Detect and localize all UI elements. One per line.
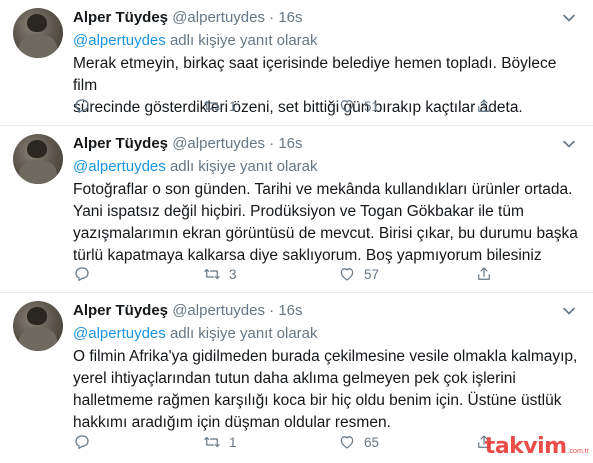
separator-dot: · (269, 302, 275, 319)
heart-icon (340, 268, 354, 281)
retweet-count: 3 (229, 266, 237, 282)
chevron-down-icon[interactable] (561, 10, 577, 26)
reply-context: @alpertuydes adlı kişiye yanıt olarak (73, 157, 579, 177)
like-count: 65 (364, 434, 380, 450)
share-icon (478, 267, 490, 280)
reply-icon (75, 435, 89, 449)
timestamp[interactable]: 16s (278, 135, 302, 152)
user-name[interactable]: Alper Tüydeş (73, 9, 168, 26)
watermark-brand: takvim (484, 433, 567, 459)
reply-icon (75, 267, 89, 281)
tweet-content: Alper Tüydeş @alpertuydes · 16s @alpertu… (73, 8, 579, 119)
tweet-1[interactable]: Alper Tüydeş @alpertuydes · 16s @alpertu… (0, 0, 593, 126)
reply-button[interactable] (73, 432, 91, 452)
tweet-text: Merak etmeyin, birkaç saat içerisinde be… (73, 55, 557, 116)
reply-icon (75, 99, 89, 113)
like-button[interactable]: 51 (338, 96, 379, 116)
tweet-header: Alper Tüydeş @alpertuydes · 16s (73, 8, 579, 28)
reply-suffix: adlı kişiye yanıt olarak (165, 325, 318, 342)
retweet-icon (204, 268, 220, 280)
share-button[interactable] (475, 264, 493, 284)
reply-button[interactable] (73, 264, 91, 284)
heart-icon (340, 100, 354, 113)
reply-mention-link[interactable]: @alpertuydes (73, 32, 166, 49)
watermark-domain: .com.tr (567, 448, 589, 455)
share-icon (478, 99, 490, 112)
heart-icon (340, 436, 354, 449)
avatar[interactable] (13, 8, 63, 58)
chevron-down-icon[interactable] (561, 303, 577, 319)
reply-context: @alpertuydes adlı kişiye yanıt olarak (73, 31, 579, 51)
tweet-text: O filmin Afrika'ya gidilmeden burada çek… (73, 348, 578, 431)
like-count: 57 (364, 266, 380, 282)
separator-dot: · (269, 9, 275, 26)
like-button[interactable]: 65 (338, 432, 379, 452)
reply-mention-link[interactable]: @alpertuydes (73, 325, 166, 342)
tweet-header: Alper Tüydeş @alpertuydes · 16s (73, 134, 579, 154)
user-handle[interactable]: @alpertuydes (172, 135, 265, 152)
takvim-watermark: takvim .com.tr (485, 431, 589, 461)
reply-button[interactable] (73, 96, 91, 116)
tweet-header: Alper Tüydeş @alpertuydes · 16s (73, 301, 579, 321)
separator-dot: · (269, 135, 275, 152)
chevron-down-icon[interactable] (561, 136, 577, 152)
reply-context: @alpertuydes adlı kişiye yanıt olarak (73, 324, 579, 344)
reply-mention-link[interactable]: @alpertuydes (73, 158, 166, 175)
tweet-content: Alper Tüydeş @alpertuydes · 16s @alpertu… (73, 301, 579, 434)
timestamp[interactable]: 16s (278, 302, 302, 319)
timestamp[interactable]: 16s (278, 9, 302, 26)
tweet-text: Fotoğraflar o son günden. Tarihi ve mekâ… (73, 181, 578, 264)
tweet-2[interactable]: Alper Tüydeş @alpertuydes · 16s @alpertu… (0, 126, 593, 293)
user-name[interactable]: Alper Tüydeş (73, 135, 168, 152)
share-button[interactable] (475, 96, 493, 116)
avatar[interactable] (13, 301, 63, 351)
user-handle[interactable]: @alpertuydes (172, 302, 265, 319)
retweet-count: 1 (229, 434, 237, 450)
retweet-icon (204, 100, 220, 112)
avatar[interactable] (13, 134, 63, 184)
retweet-button[interactable]: 3 (203, 264, 237, 284)
reply-suffix: adlı kişiye yanıt olarak (165, 32, 318, 49)
like-button[interactable]: 57 (338, 264, 379, 284)
like-count: 51 (364, 98, 380, 114)
tweet-content: Alper Tüydeş @alpertuydes · 16s @alpertu… (73, 134, 579, 267)
retweet-icon (204, 436, 220, 448)
reply-suffix: adlı kişiye yanıt olarak (165, 158, 318, 175)
retweet-count: 1 (229, 98, 237, 114)
retweet-button[interactable]: 1 (203, 432, 237, 452)
user-handle[interactable]: @alpertuydes (172, 9, 265, 26)
retweet-button[interactable]: 1 (203, 96, 237, 116)
user-name[interactable]: Alper Tüydeş (73, 302, 168, 319)
